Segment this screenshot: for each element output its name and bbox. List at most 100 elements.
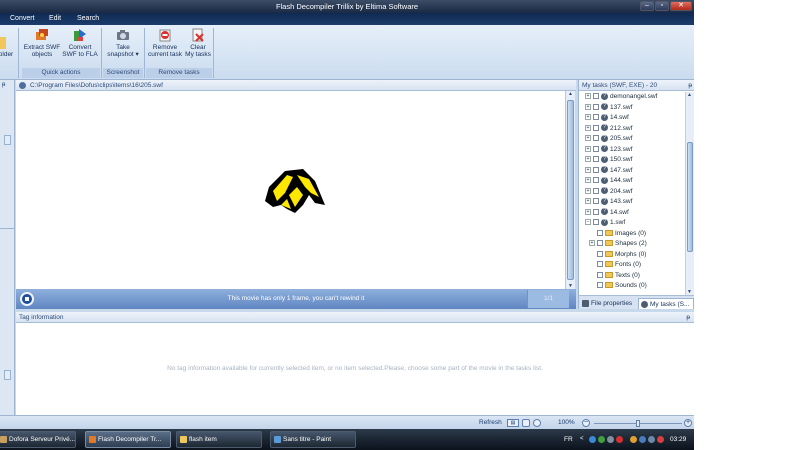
left-scroll-thumb[interactable] [4,135,11,145]
security-icon[interactable] [616,436,623,443]
task-checkbox[interactable] [593,93,599,100]
expand-icon[interactable]: + [585,156,591,163]
tasks-tree[interactable]: +? demonangel.swf +? 137.swf +? 14.swf +? 212.s… [579,92,685,295]
left-pin-icon[interactable]: ᵽ [2,82,5,88]
expand-icon[interactable]: + [585,177,591,184]
task-checkbox[interactable] [593,177,599,184]
fit-view-icon[interactable]: ▤ [507,419,519,427]
zoom-tool-icon[interactable] [533,419,541,427]
convert-swf-to-fla-button[interactable]: Convert SWF to FLA [62,28,98,58]
left-scroll-thumb-lower[interactable] [4,370,11,380]
task-file-item[interactable]: +? 144.swf [585,176,632,187]
task-file-item[interactable]: +? 137.swf [585,103,632,114]
maximize-button[interactable]: ▫ [655,1,669,11]
task-file-item[interactable]: +? 143.swf [585,197,632,208]
language-indicator[interactable]: FR [564,429,573,450]
preview-vertical-scrollbar[interactable]: ▲ ▼ [565,91,575,289]
extract-swf-objects-button[interactable]: Extract SWF objects [22,28,62,58]
task-checkbox[interactable] [593,114,599,121]
preview-scroll-thumb[interactable] [567,100,574,280]
task-file-item[interactable]: −? 1.swf [585,218,625,229]
task-file-item[interactable]: +? 212.swf [585,124,632,135]
expand-icon[interactable]: + [585,103,591,110]
task-child-item[interactable]: Fonts (0) [597,260,641,271]
task-child-item[interactable]: + Shapes (2) [589,239,647,250]
taskbar-item-flash-item[interactable]: flash item [176,431,262,448]
tasks-scrollbar[interactable]: ▲ ▼ [685,92,694,295]
expand-icon[interactable]: + [585,198,591,205]
expand-icon[interactable]: + [585,166,591,173]
expand-icon[interactable]: + [585,93,591,100]
tasks-scroll-thumb[interactable] [687,142,693,252]
remove-current-task-button[interactable]: Remove current task [146,28,184,58]
scroll-up-icon[interactable]: ▲ [567,91,574,97]
network-icon[interactable] [589,436,596,443]
task-file-item[interactable]: +? 14.swf [585,208,629,219]
tab-file-properties[interactable]: File properties [580,298,638,309]
taskbar-item-flash-decompiler[interactable]: Flash Decompiler Tr... [85,431,171,448]
task-checkbox[interactable] [593,208,599,215]
task-file-item[interactable]: +? demonangel.swf [585,92,657,103]
open-folder-button[interactable]: older [0,37,14,58]
expand-icon[interactable]: + [585,114,591,121]
menu-edit[interactable]: Edit [49,13,61,25]
display-icon[interactable] [639,436,646,443]
task-checkbox[interactable] [593,135,599,142]
hand-tool-icon[interactable] [522,419,530,427]
expand-icon[interactable]: + [585,208,591,215]
task-child-item[interactable]: Morphs (0) [597,250,646,261]
task-checkbox[interactable] [597,271,603,278]
task-checkbox[interactable] [593,145,599,152]
alert-icon[interactable] [630,436,637,443]
task-checkbox[interactable] [597,250,603,257]
task-file-item[interactable]: +? 147.swf [585,166,632,177]
take-snapshot-button[interactable]: Take snapshot ▾ [104,28,142,58]
task-child-item[interactable]: Texts (0) [597,271,640,282]
taskbar-item-dofora[interactable]: Dofora Serveur Privé... [0,431,76,448]
swf-preview-area[interactable] [16,91,565,289]
task-file-item[interactable]: +? 150.swf [585,155,632,166]
tray-expand-icon[interactable]: < [580,429,584,450]
task-checkbox[interactable] [593,166,599,173]
expand-icon[interactable]: + [585,135,591,142]
task-checkbox[interactable] [593,124,599,131]
pin-icon[interactable]: ᵽ [688,80,692,91]
task-file-item[interactable]: +? 204.swf [585,187,632,198]
task-file-item[interactable]: +? 123.swf [585,145,632,156]
task-file-item[interactable]: +? 205.swf [585,134,632,145]
tab-my-tasks[interactable]: My tasks (S... [638,298,694,309]
zoom-out-button[interactable]: − [582,419,590,427]
taskbar-item-paint[interactable]: Sans titre - Paint [270,431,356,448]
menu-search[interactable]: Search [77,13,99,25]
close-button[interactable]: ✕ [670,1,692,11]
messenger-icon[interactable] [657,436,664,443]
expand-icon[interactable]: + [585,124,591,131]
collapse-icon[interactable]: − [585,219,591,226]
expand-icon[interactable]: + [589,240,595,247]
task-file-item[interactable]: +? 14.swf [585,113,629,124]
update-icon[interactable] [598,436,605,443]
expand-icon[interactable]: + [585,187,591,194]
zoom-in-button[interactable]: + [684,419,692,427]
task-checkbox[interactable] [593,156,599,163]
task-checkbox[interactable] [593,187,599,194]
menu-convert[interactable]: Convert [10,13,35,25]
volume-icon[interactable] [648,436,655,443]
refresh-button[interactable]: Refresh [479,416,502,430]
task-checkbox[interactable] [597,240,603,247]
zoom-slider[interactable] [594,420,682,427]
task-child-item[interactable]: Images (0) [597,229,646,240]
tasks-scroll-up-icon[interactable]: ▲ [687,92,692,98]
device-icon[interactable] [607,436,614,443]
minimize-button[interactable]: – [640,1,654,11]
task-checkbox[interactable] [593,219,599,226]
tag-pin-icon[interactable]: ᵽ [686,312,690,323]
task-child-item[interactable]: Sounds (0) [597,281,647,292]
zoom-slider-thumb[interactable] [636,420,640,427]
task-checkbox[interactable] [597,282,603,289]
stop-button[interactable] [20,292,34,306]
expand-icon[interactable]: + [585,145,591,152]
clock[interactable]: 03:29 [670,429,686,450]
task-checkbox[interactable] [593,198,599,205]
task-checkbox[interactable] [597,229,603,236]
